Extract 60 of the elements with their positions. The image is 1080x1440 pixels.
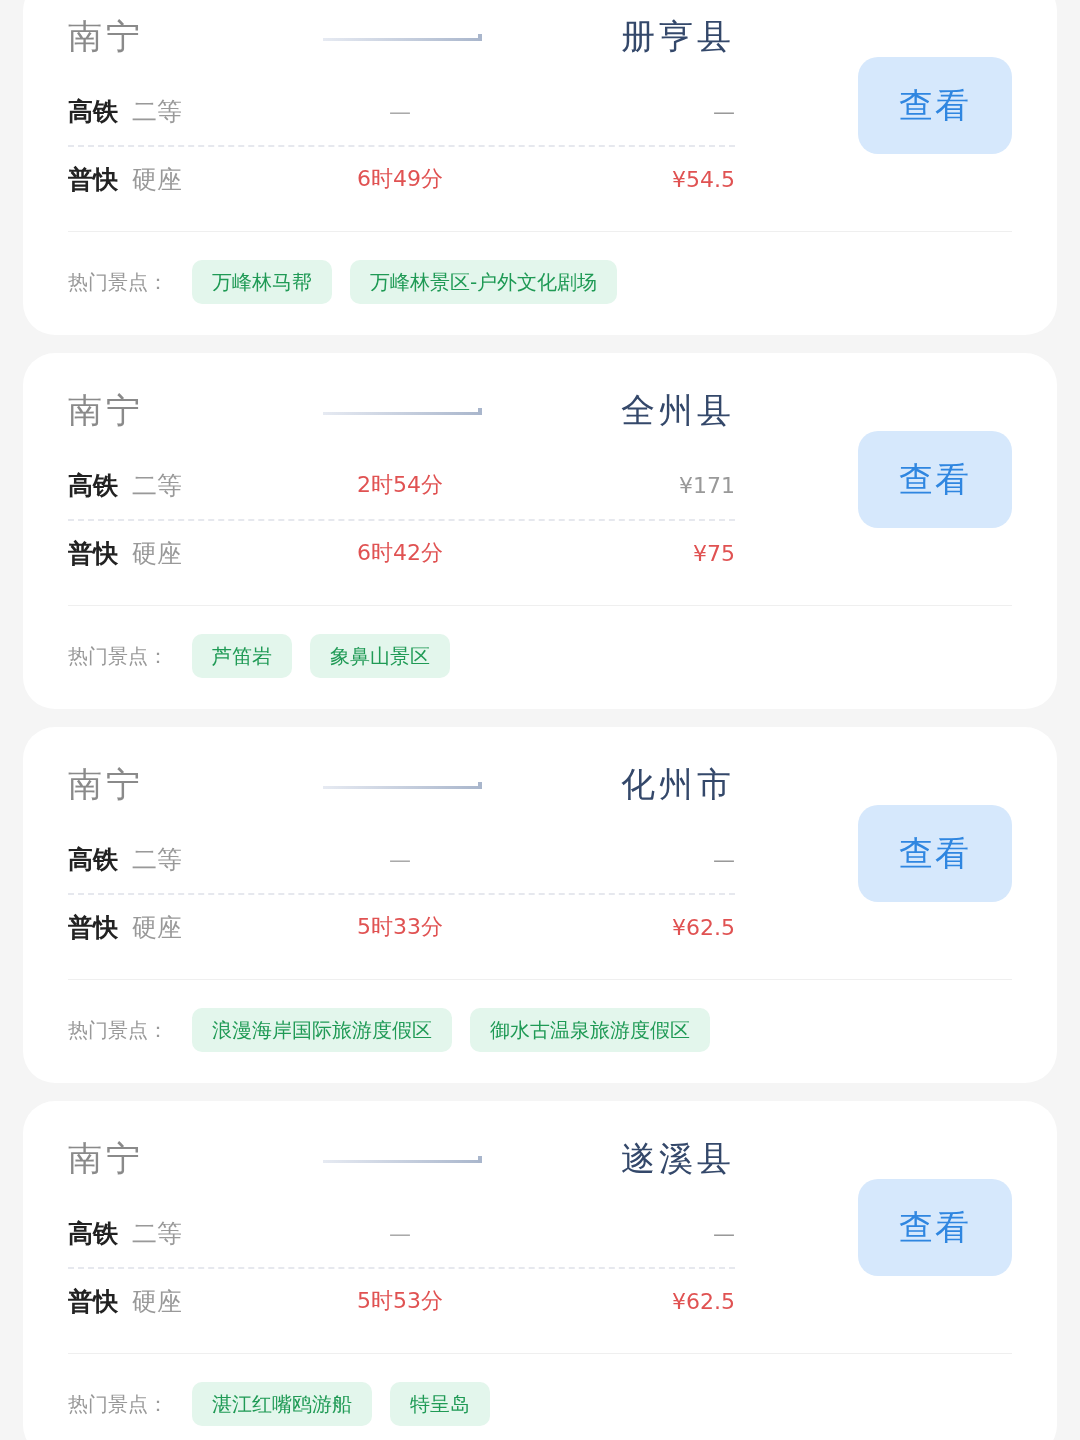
view-button[interactable]: 查看	[858, 1179, 1012, 1276]
price: ¥62.5	[672, 1288, 735, 1314]
seat-class: 二等	[132, 843, 182, 876]
price: ¥75	[693, 540, 735, 566]
attractions-label: 热门景点：	[68, 1016, 168, 1044]
attraction-tag[interactable]: 湛江红嘴鸥游船	[192, 1382, 372, 1426]
duration: —	[389, 846, 411, 872]
duration: 5时53分	[357, 1287, 443, 1315]
price: ¥54.5	[672, 166, 735, 192]
train-type: 高铁	[68, 469, 118, 502]
train-type: 高铁	[68, 95, 118, 128]
attraction-tag[interactable]: 浪漫海岸国际旅游度假区	[192, 1008, 452, 1052]
attraction-tag[interactable]: 御水古温泉旅游度假区	[470, 1008, 710, 1052]
seat-class: 二等	[132, 95, 182, 128]
price: ¥171	[679, 472, 735, 498]
attractions-label: 热门景点：	[68, 1390, 168, 1418]
train-type: 普快	[68, 163, 118, 196]
attraction-tag[interactable]: 象鼻山景区	[310, 634, 450, 678]
seat-class: 二等	[132, 1217, 182, 1250]
seat-class: 二等	[132, 469, 182, 502]
origin-city: 南宁	[68, 389, 144, 432]
train-type: 普快	[68, 911, 118, 944]
seat-class: 硬座	[132, 163, 182, 196]
train-type: 高铁	[68, 1217, 118, 1250]
price: ¥62.5	[672, 914, 735, 940]
origin-city: 南宁	[68, 1137, 144, 1180]
duration: —	[389, 1220, 411, 1246]
attraction-tag[interactable]: 特呈岛	[390, 1382, 490, 1426]
price: —	[713, 846, 735, 872]
arrow-icon	[323, 32, 482, 42]
duration: 6时42分	[357, 539, 443, 567]
attractions-label: 热门景点：	[68, 268, 168, 296]
duration: 2时54分	[357, 471, 443, 499]
attraction-tag[interactable]: 万峰林马帮	[192, 260, 332, 304]
arrow-icon	[323, 1154, 482, 1164]
view-button[interactable]: 查看	[858, 805, 1012, 902]
price: —	[713, 1220, 735, 1246]
origin-city: 南宁	[68, 763, 144, 806]
view-button[interactable]: 查看	[858, 431, 1012, 528]
duration: —	[389, 98, 411, 124]
attraction-tag[interactable]: 芦笛岩	[192, 634, 292, 678]
destination-city: 册亨县	[621, 15, 735, 58]
destination-city: 化州市	[621, 763, 735, 806]
train-type: 普快	[68, 537, 118, 570]
price: —	[713, 98, 735, 124]
view-button[interactable]: 查看	[858, 57, 1012, 154]
seat-class: 硬座	[132, 537, 182, 570]
arrow-icon	[323, 406, 482, 416]
duration: 5时33分	[357, 913, 443, 941]
destination-city: 全州县	[621, 389, 735, 432]
seat-class: 硬座	[132, 1285, 182, 1318]
arrow-icon	[323, 780, 482, 790]
seat-class: 硬座	[132, 911, 182, 944]
train-type: 高铁	[68, 843, 118, 876]
train-type: 普快	[68, 1285, 118, 1318]
duration: 6时49分	[357, 165, 443, 193]
attractions-label: 热门景点：	[68, 642, 168, 670]
attraction-tag[interactable]: 万峰林景区-户外文化剧场	[350, 260, 618, 304]
origin-city: 南宁	[68, 15, 144, 58]
destination-city: 遂溪县	[621, 1137, 735, 1180]
